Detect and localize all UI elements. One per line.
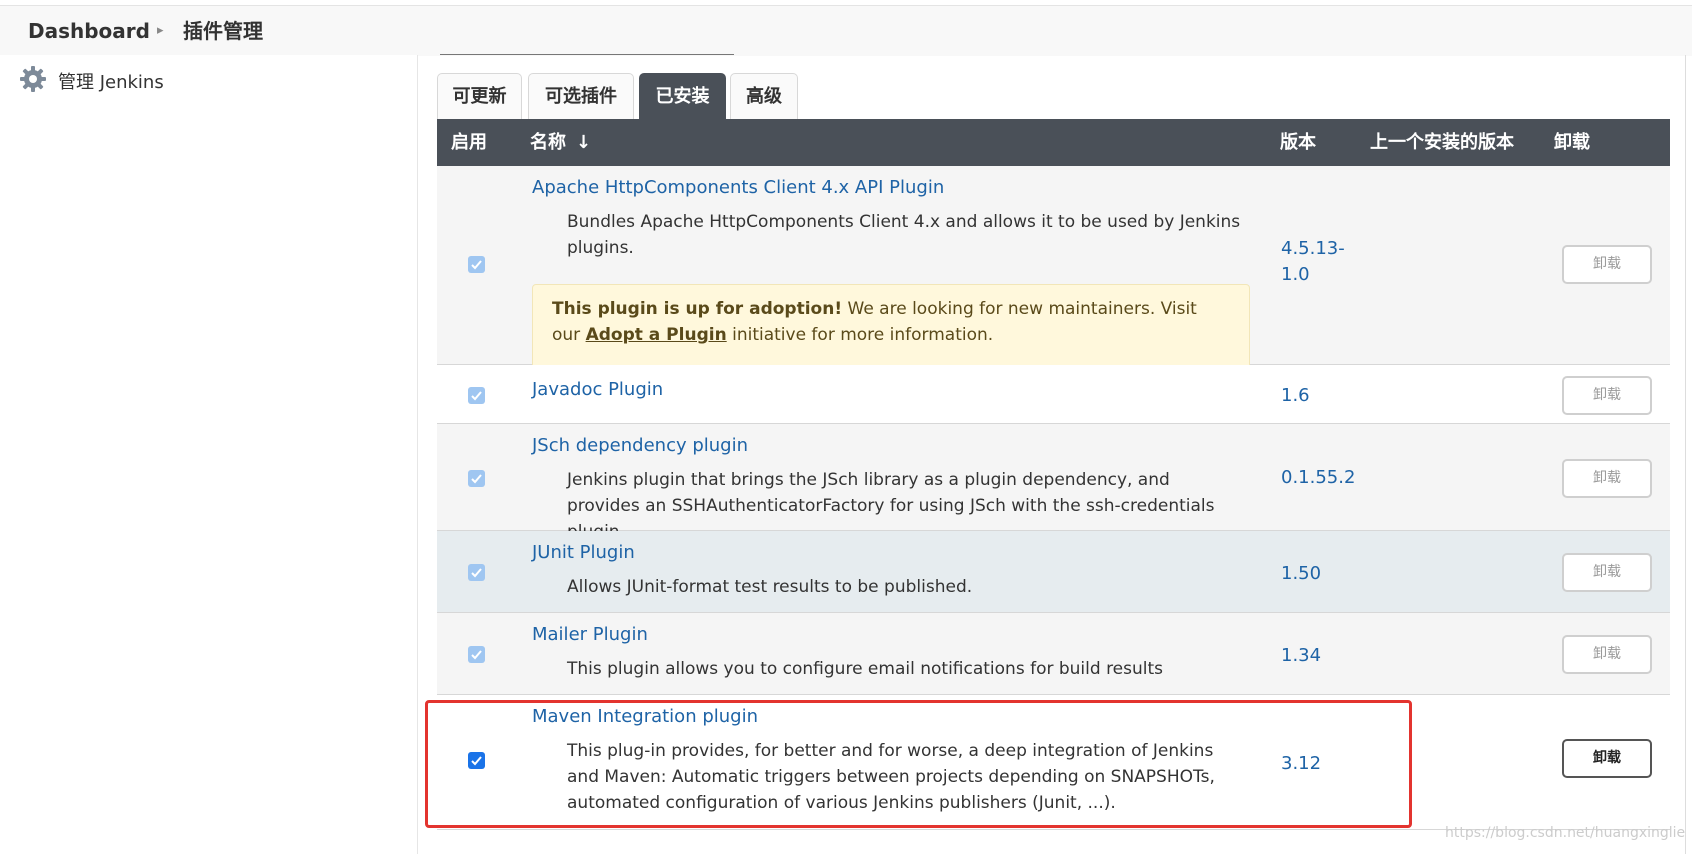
uninstall-button[interactable]: 卸载 xyxy=(1562,553,1652,592)
uninstall-button[interactable]: 卸载 xyxy=(1562,635,1652,674)
tab-available[interactable]: 可选插件 xyxy=(528,73,634,119)
table-row: Mailer Plugin This plugin allows you to … xyxy=(437,613,1670,695)
adoption-strong: This plugin is up for adoption! xyxy=(552,299,843,319)
adopt-a-plugin-link[interactable]: Adopt a Plugin xyxy=(586,325,727,345)
plugin-name-link[interactable]: Apache HttpComponents Client 4.x API Plu… xyxy=(532,177,944,198)
sidebar: 管理 Jenkins xyxy=(0,55,418,854)
header-previous-version: 上一个安装的版本 xyxy=(1370,132,1514,153)
table-row: JUnit Plugin Allows JUnit-format test re… xyxy=(437,531,1670,613)
plugin-version: 0.1.55.2 xyxy=(1281,467,1356,488)
breadcrumb-bar: Dashboard ▸ 插件管理 xyxy=(0,5,1692,56)
plugin-version: 4.5.13-1.0 xyxy=(1281,238,1345,285)
tab-updates[interactable]: 可更新 xyxy=(437,73,522,119)
table-row: JSch dependency plugin Jenkins plugin th… xyxy=(437,424,1670,542)
plugin-description: This plugin allows you to configure emai… xyxy=(567,659,1164,679)
plugin-description: Allows JUnit-format test results to be p… xyxy=(567,577,973,597)
header-version: 版本 xyxy=(1280,132,1316,153)
plugin-name-link[interactable]: Javadoc Plugin xyxy=(532,379,663,400)
plugin-version: 3.12 xyxy=(1281,753,1322,774)
tab-advanced[interactable]: 高级 xyxy=(730,73,798,119)
adoption-text-after: initiative for more information. xyxy=(732,325,994,345)
sort-arrow-icon[interactable]: ↓ xyxy=(576,119,591,166)
header-name[interactable]: 名称 xyxy=(530,119,566,166)
plugin-version: 1.50 xyxy=(1281,563,1322,584)
plugin-version: 1.6 xyxy=(1281,385,1310,406)
enable-checkbox[interactable] xyxy=(468,470,485,487)
uninstall-button[interactable]: 卸载 xyxy=(1562,245,1652,284)
table-row: Maven Integration plugin This plug-in pr… xyxy=(437,695,1670,830)
uninstall-button[interactable]: 卸载 xyxy=(1562,739,1652,778)
enable-checkbox[interactable] xyxy=(468,752,485,769)
breadcrumb-separator-icon: ▸ xyxy=(157,23,164,38)
watermark: https://blog.csdn.net/huangxinglie xyxy=(1445,825,1686,841)
breadcrumb-dashboard[interactable]: Dashboard xyxy=(28,6,150,56)
plugin-name-link[interactable]: Maven Integration plugin xyxy=(532,706,758,727)
breadcrumb-current: 插件管理 xyxy=(183,19,263,43)
adoption-notice: This plugin is up for adoption! We are l… xyxy=(532,284,1250,375)
enable-checkbox[interactable] xyxy=(468,256,485,273)
plugin-name-link[interactable]: JSch dependency plugin xyxy=(532,435,748,456)
uninstall-button[interactable]: 卸载 xyxy=(1562,459,1652,498)
gear-icon xyxy=(18,64,58,99)
tab-installed[interactable]: 已安装 xyxy=(639,73,726,119)
table-header: 启用 名称 ↓ 版本 上一个安装的版本 卸载 xyxy=(437,119,1670,166)
enable-checkbox[interactable] xyxy=(468,564,485,581)
uninstall-button[interactable]: 卸载 xyxy=(1562,376,1652,415)
plugin-description: Bundles Apache HttpComponents Client 4.x… xyxy=(567,212,1241,258)
scrollbar[interactable] xyxy=(1685,55,1686,854)
sidebar-item-manage-jenkins[interactable]: 管理 Jenkins xyxy=(18,65,164,97)
plugin-description: This plug-in provides, for better and fo… xyxy=(567,741,1215,813)
sidebar-item-label: 管理 Jenkins xyxy=(58,72,164,93)
divider xyxy=(440,54,734,55)
enable-checkbox[interactable] xyxy=(468,646,485,663)
table-row: Javadoc Plugin 1.6 卸载 xyxy=(437,365,1670,424)
plugin-version: 1.34 xyxy=(1281,645,1322,666)
table-row: Apache HttpComponents Client 4.x API Plu… xyxy=(437,166,1670,375)
header-uninstall: 卸载 xyxy=(1554,132,1590,153)
plugin-name-link[interactable]: JUnit Plugin xyxy=(532,542,635,563)
plugin-name-link[interactable]: Mailer Plugin xyxy=(532,624,648,645)
header-enabled[interactable]: 启用 xyxy=(451,119,487,166)
enable-checkbox[interactable] xyxy=(468,387,485,404)
